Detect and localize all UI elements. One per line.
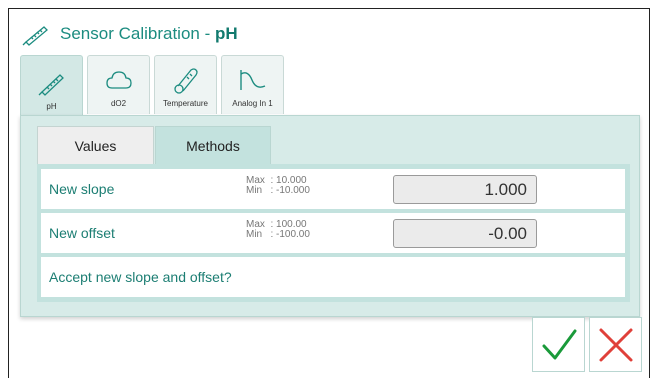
cloud-icon — [105, 71, 132, 89]
sensor-tab-temperature[interactable]: Temperature — [154, 55, 217, 114]
sine-wave-icon — [239, 70, 265, 90]
accept-prompt: Accept new slope and offset? — [49, 269, 232, 285]
sensor-tab-ph[interactable]: pH — [20, 55, 83, 117]
confirm-button[interactable] — [532, 317, 585, 372]
title-prefix: Sensor Calibration - — [60, 24, 215, 43]
sensor-tab-label: Analog In 1 — [232, 99, 273, 108]
slope-limits: Max : 10.000 Min : -10.000 — [246, 176, 310, 196]
checkmark-icon — [542, 329, 576, 359]
slope-row: New slope Max : 10.000 Min : -10.000 1.0… — [41, 169, 625, 209]
offset-min: Min : -100.00 — [246, 229, 310, 240]
title-sensor: pH — [214, 24, 238, 43]
slope-min: Min : -10.000 — [246, 185, 310, 196]
sensor-tab-label: pH — [46, 102, 57, 111]
dialog-header: Sensor Calibration - pH — [22, 20, 238, 48]
slope-input[interactable]: 1.000 — [393, 175, 537, 204]
tab-values[interactable]: Values — [37, 126, 154, 164]
cancel-button[interactable] — [589, 317, 642, 372]
tab-methods[interactable]: Methods — [155, 126, 271, 164]
offset-row: New offset Max : 100.00 Min : -100.00 -0… — [41, 213, 625, 253]
close-icon — [599, 328, 632, 361]
slope-label: New slope — [49, 181, 115, 197]
offset-limits: Max : 100.00 Min : -100.00 — [246, 220, 310, 240]
sensor-tab-do2[interactable]: dO2 — [87, 55, 150, 114]
page-title: Sensor Calibration - pH — [60, 24, 238, 44]
subtab-bar: Values Methods — [37, 126, 271, 164]
probe-icon — [38, 74, 64, 96]
offset-input[interactable]: -0.00 — [393, 219, 537, 248]
thermometer-icon — [173, 68, 198, 94]
methods-content: New slope Max : 10.000 Min : -10.000 1.0… — [37, 164, 630, 302]
thermometer-probe-icon — [22, 26, 48, 46]
sensor-tab-label: dO2 — [110, 99, 127, 108]
sensor-tab-label: Temperature — [163, 99, 208, 108]
sensor-tab-analog-in-1[interactable]: Analog In 1 — [221, 55, 284, 114]
accept-row: Accept new slope and offset? — [41, 257, 625, 297]
sensor-tab-bar: pH dO2 Temperature Analog In 1 — [20, 55, 284, 117]
offset-label: New offset — [49, 225, 115, 241]
